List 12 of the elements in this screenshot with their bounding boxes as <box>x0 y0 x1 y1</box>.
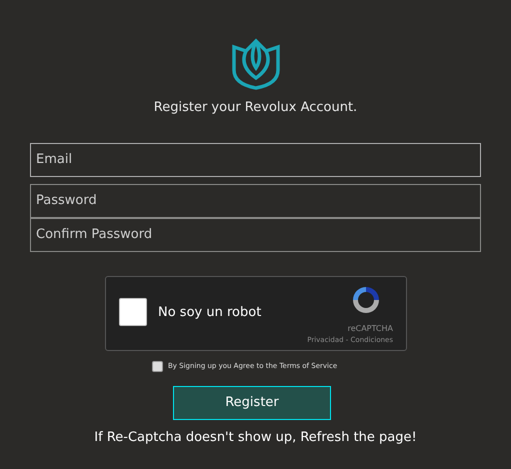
captcha-label: No soy un robot <box>158 304 262 322</box>
recaptcha-icon <box>350 284 382 314</box>
input-field[interactable]: Email <box>30 142 481 176</box>
refresh-note: If Re-Captcha doesn't show up, Refresh the page! <box>94 430 417 444</box>
captcha-checkbox[interactable] <box>119 298 147 326</box>
register-button[interactable]: Register <box>173 386 331 420</box>
input-field[interactable]: Password <box>30 184 481 218</box>
heading-text: Register your Revolux Account. <box>154 100 358 115</box>
terms-checkbox[interactable] <box>152 360 163 372</box>
lotus-logo-icon <box>230 38 280 90</box>
input-field[interactable]: Confirm Password <box>30 218 481 252</box>
captcha-brand-text: reCAPTCHA <box>348 322 393 334</box>
